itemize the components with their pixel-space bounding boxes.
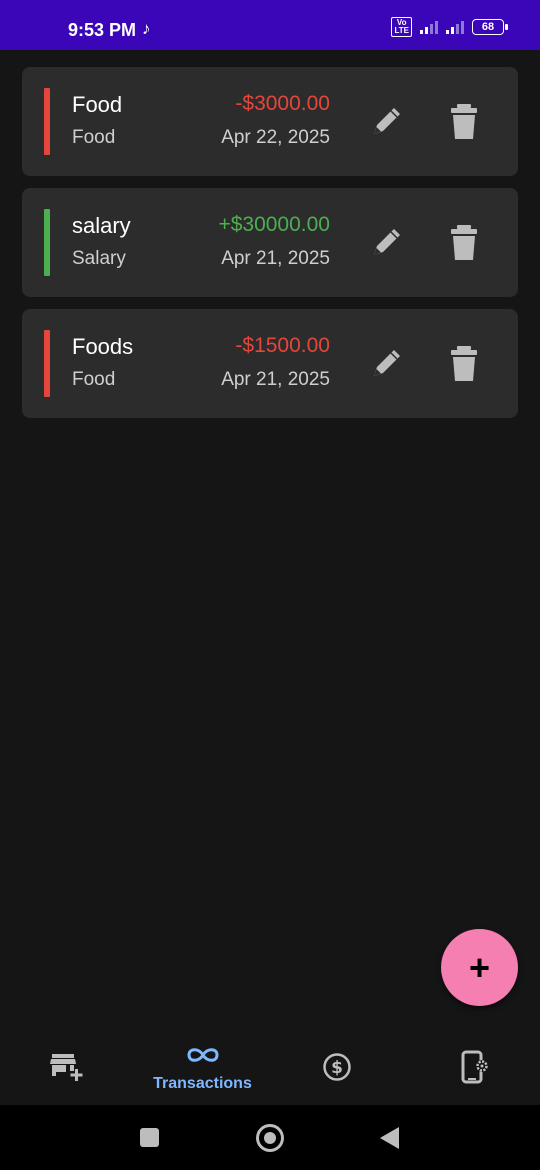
edit-button[interactable]	[367, 101, 407, 141]
nav-item-settings[interactable]	[436, 1030, 512, 1105]
trash-icon	[451, 104, 477, 139]
transaction-category: Food	[72, 127, 116, 148]
status-time: 9:53 PM	[68, 20, 137, 40]
status-bar: 9:53 PM ♪ Vo LTE 68	[0, 0, 540, 50]
status-icons: Vo LTE 68	[391, 17, 508, 37]
transaction-title: salary	[72, 213, 131, 238]
recent-apps-button[interactable]	[140, 1128, 159, 1147]
back-button[interactable]	[380, 1127, 399, 1149]
pencil-icon	[374, 229, 400, 255]
transaction-amount: -$1500.00	[235, 334, 330, 357]
nav-label-transactions: Transactions	[153, 1075, 252, 1092]
expense-indicator	[44, 330, 50, 397]
delete-button[interactable]	[446, 224, 482, 262]
volte-icon: Vo LTE	[391, 17, 412, 37]
tiktok-notification-icon: ♪	[142, 19, 151, 38]
dollar-circle-icon: $	[323, 1053, 351, 1081]
nav-item-transactions[interactable]: Transactions	[140, 1030, 265, 1105]
expense-indicator	[44, 88, 50, 155]
transaction-amount: -$3000.00	[235, 92, 330, 115]
transaction-amount: +$30000.00	[218, 213, 330, 236]
trash-icon	[451, 225, 477, 260]
phone-settings-icon	[461, 1050, 488, 1084]
edit-button[interactable]	[367, 343, 407, 383]
transaction-card[interactable]: Foods Food -$1500.00 Apr 21, 2025	[22, 309, 518, 418]
transaction-card[interactable]: salary Salary +$30000.00 Apr 21, 2025	[22, 188, 518, 297]
infinity-icon	[187, 1048, 219, 1062]
trash-icon	[451, 346, 477, 381]
transaction-category: Salary	[72, 248, 126, 269]
transaction-date: Apr 22, 2025	[221, 127, 330, 148]
home-button[interactable]	[256, 1124, 284, 1152]
transaction-title: Foods	[72, 334, 134, 359]
delete-button[interactable]	[446, 345, 482, 383]
bottom-navigation: Transactions $	[0, 1030, 540, 1105]
transaction-date: Apr 21, 2025	[221, 369, 330, 390]
svg-text:$: $	[331, 1058, 343, 1078]
signal-icon	[420, 20, 438, 34]
plus-icon: +	[468, 946, 491, 988]
nav-item-budget[interactable]: $	[300, 1030, 376, 1105]
transaction-list: Food Food -$3000.00 Apr 22, 2025 salary …	[22, 67, 518, 430]
transaction-category: Food	[72, 369, 116, 390]
transaction-date: Apr 21, 2025	[221, 248, 330, 269]
signal-icon-2	[446, 20, 464, 34]
income-indicator	[44, 209, 50, 276]
edit-button[interactable]	[367, 222, 407, 262]
transaction-card[interactable]: Food Food -$3000.00 Apr 22, 2025	[22, 67, 518, 176]
pencil-icon	[374, 350, 400, 376]
add-transaction-button[interactable]: +	[441, 929, 518, 1006]
store-add-icon	[50, 1054, 83, 1081]
delete-button[interactable]	[446, 103, 482, 141]
battery-icon: 68	[472, 19, 508, 35]
nav-item-stores[interactable]	[30, 1030, 106, 1105]
system-navigation-bar	[0, 1105, 540, 1170]
transaction-title: Food	[72, 92, 123, 117]
pencil-icon	[374, 108, 400, 134]
